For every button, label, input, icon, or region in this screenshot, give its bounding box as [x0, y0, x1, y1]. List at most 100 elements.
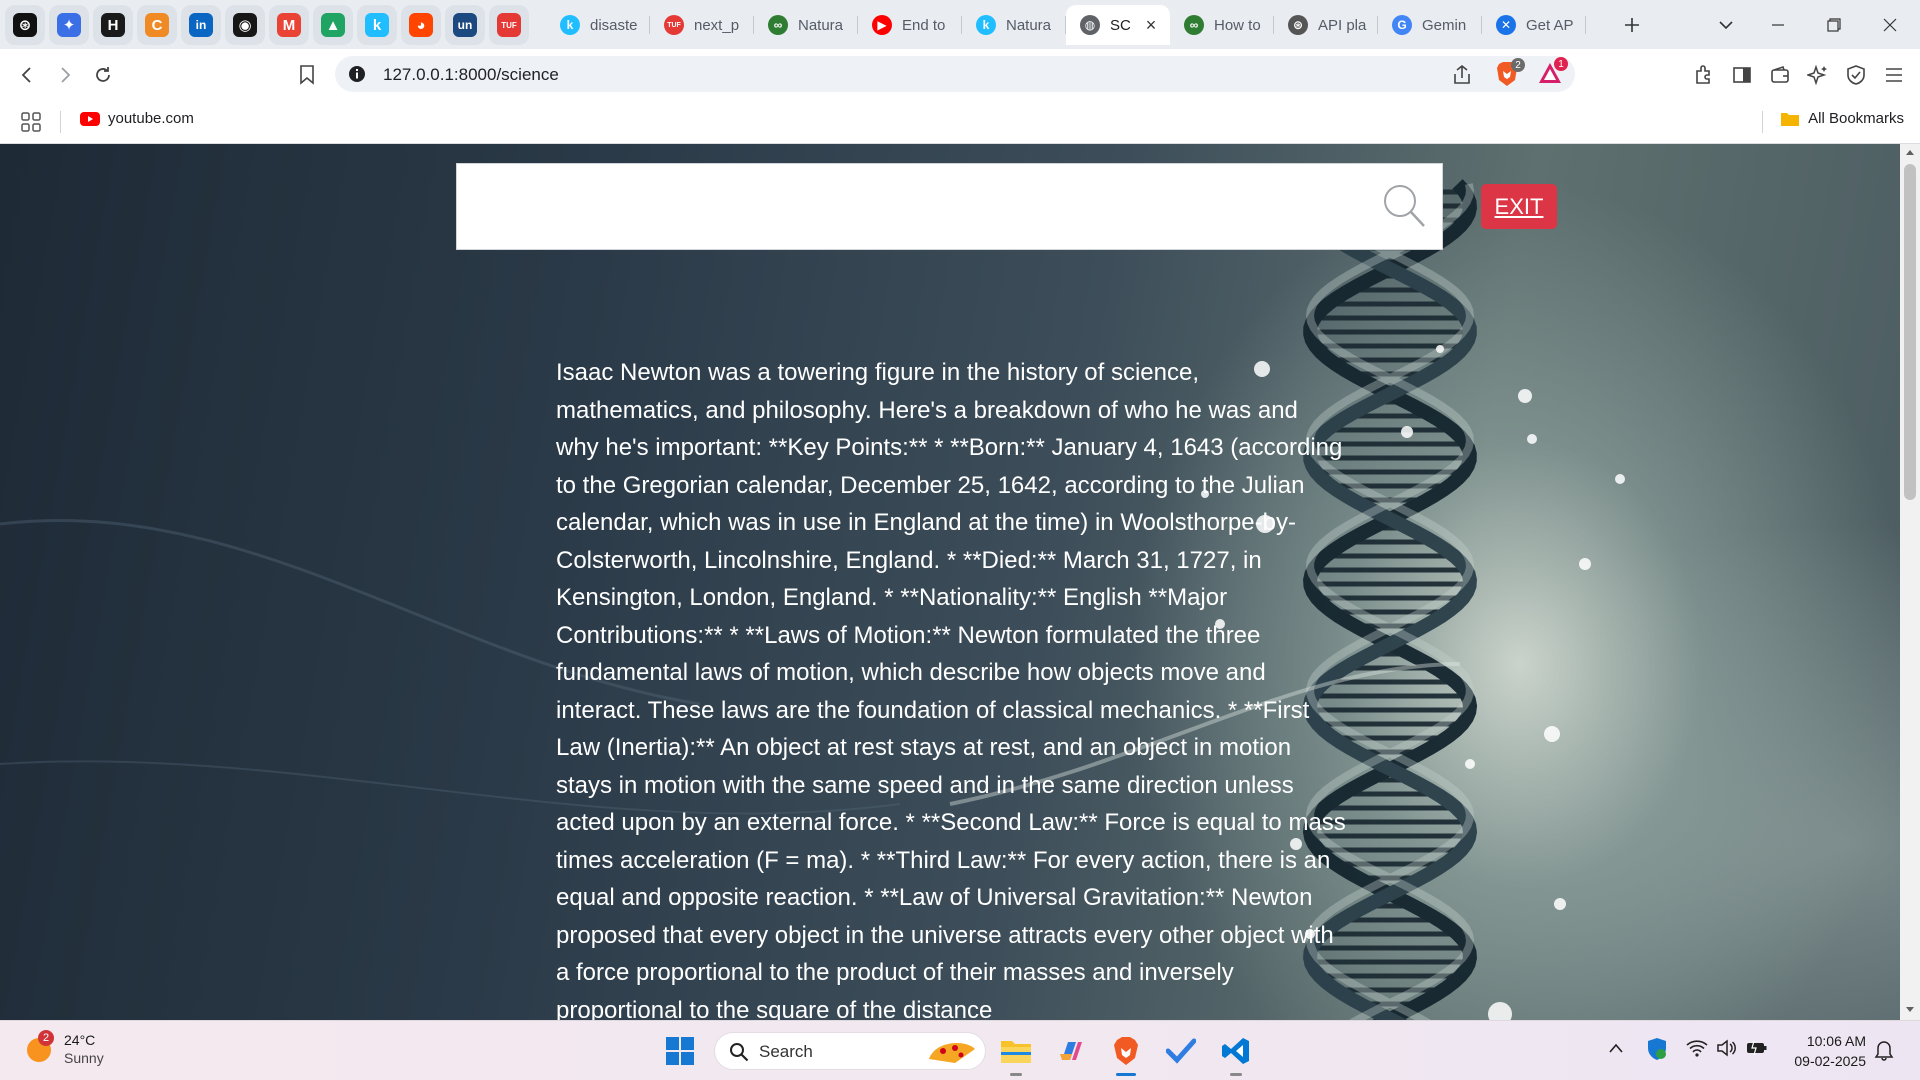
bookmark-page-button[interactable] — [292, 60, 322, 90]
pinned-tab[interactable]: ✦ — [49, 5, 89, 45]
all-bookmarks-divider — [1762, 111, 1763, 133]
vscode-button[interactable] — [1218, 1033, 1254, 1069]
exit-button[interactable]: EXIT — [1481, 184, 1557, 229]
pinned-tab[interactable]: un — [445, 5, 485, 45]
page-scrollbar[interactable] — [1900, 144, 1920, 1020]
weather-widget[interactable]: 2 24°C Sunny — [24, 1030, 104, 1067]
hackerrank-icon: H — [101, 13, 125, 37]
copilot-button[interactable] — [1053, 1033, 1089, 1069]
glow-particle — [1518, 389, 1532, 403]
notifications-button[interactable] — [1874, 1039, 1894, 1066]
url-text[interactable]: 127.0.0.1:8000/science — [383, 65, 559, 85]
pinned-tab[interactable]: ◕ — [401, 5, 441, 45]
tab[interactable]: TUF next_p — [650, 5, 754, 45]
tab[interactable]: ⊛ API pla — [1274, 5, 1378, 45]
wifi-icon — [1686, 1040, 1708, 1057]
vpn-button[interactable] — [1843, 62, 1869, 88]
minimize-button[interactable] — [1750, 0, 1806, 49]
arrow-right-icon — [61, 67, 71, 83]
defender-tray-button[interactable] — [1646, 1037, 1668, 1066]
reload-icon — [96, 67, 110, 82]
forward-button[interactable] — [50, 60, 80, 90]
weather-badge: 2 — [38, 1030, 54, 1046]
tab-title: disaste — [590, 16, 638, 34]
tab[interactable]: k disaste — [546, 5, 650, 45]
pinned-tab[interactable]: M — [269, 5, 309, 45]
folder-icon — [1001, 1041, 1031, 1063]
leo-ai-button[interactable] — [1805, 62, 1831, 88]
system-clock[interactable]: 10:06 AM 09-02-2025 — [1794, 1031, 1866, 1071]
tab-title: Natura — [798, 16, 844, 34]
reload-button[interactable] — [88, 60, 118, 90]
running-indicator — [1230, 1073, 1242, 1076]
brave-shields-button[interactable]: 2 — [1495, 58, 1525, 87]
wifi-tray-button[interactable] — [1686, 1039, 1708, 1062]
tab[interactable]: ✕ Get AP — [1482, 5, 1586, 45]
glow-particle — [1554, 898, 1566, 910]
scroll-up-icon[interactable] — [1905, 148, 1915, 156]
brave-browser-button[interactable] — [1108, 1033, 1144, 1069]
site-info-icon[interactable] — [347, 64, 367, 84]
glow-particle — [1615, 474, 1625, 484]
volume-tray-button[interactable] — [1716, 1039, 1736, 1062]
tab[interactable]: ▶ End to — [858, 5, 962, 45]
close-icon — [1883, 18, 1897, 31]
linkedin-icon: in — [189, 13, 213, 37]
tab-search-button[interactable] — [1698, 0, 1754, 49]
youtube-icon: ▶ — [872, 15, 892, 35]
battery-tray-button[interactable] — [1746, 1040, 1768, 1061]
menu-button[interactable] — [1881, 62, 1907, 88]
pinned-tab[interactable]: ◉ — [225, 5, 265, 45]
tab[interactable]: ∞ Natura — [754, 5, 858, 45]
bookmark-youtube-label: youtube.com — [108, 110, 194, 127]
share-icon[interactable] — [1451, 64, 1473, 86]
brave-rewards-button[interactable]: 1 — [1537, 57, 1568, 87]
tab-title: Get AP — [1526, 16, 1574, 34]
close-tab-icon[interactable]: × — [1142, 15, 1160, 36]
pinned-tab[interactable]: H — [93, 5, 133, 45]
pinned-tab[interactable]: in — [181, 5, 221, 45]
gmail-icon: M — [277, 13, 301, 37]
pinned-tab[interactable]: C — [137, 5, 177, 45]
pinned-tab[interactable]: TUF — [489, 5, 529, 45]
search-input[interactable] — [457, 164, 1357, 249]
wallet-button[interactable] — [1767, 62, 1793, 88]
address-bar[interactable]: 127.0.0.1:8000/science 2 1 — [335, 56, 1575, 92]
puzzle-icon — [1696, 65, 1710, 84]
kaggle-icon: k — [976, 15, 996, 35]
bookmark-youtube[interactable]: youtube.com — [80, 110, 194, 127]
todo-button[interactable] — [1163, 1033, 1199, 1069]
rewards-count-badge: 1 — [1554, 57, 1568, 71]
close-window-button[interactable] — [1862, 0, 1918, 49]
pinned-tab[interactable]: ▲ — [313, 5, 353, 45]
tab-title: SC — [1110, 16, 1131, 34]
battery-icon — [1747, 1040, 1767, 1056]
scrollbar-thumb[interactable] — [1904, 164, 1916, 500]
start-button[interactable] — [662, 1033, 698, 1069]
tab-title: API pla — [1318, 16, 1367, 34]
taskbar-search-icon — [730, 1043, 749, 1062]
tab[interactable]: k Natura — [962, 5, 1066, 45]
reddit-icon: ◕ — [409, 13, 433, 37]
restore-button[interactable] — [1806, 0, 1862, 49]
new-tab-button[interactable] — [1604, 0, 1660, 49]
vpn-shield-icon — [1847, 65, 1865, 85]
youtube-icon — [80, 111, 100, 126]
tab[interactable]: ∞ How to — [1170, 5, 1274, 45]
tab[interactable]: G Gemin — [1378, 5, 1482, 45]
tab-active[interactable]: ◍ SC × — [1066, 5, 1170, 45]
pinned-tab[interactable]: ⊛ — [5, 5, 45, 45]
back-button[interactable] — [12, 60, 42, 90]
show-hidden-icons-button[interactable] — [1608, 1041, 1624, 1059]
search-icon[interactable] — [1382, 183, 1426, 229]
pinned-tab[interactable]: k — [357, 5, 397, 45]
apps-button[interactable] — [20, 111, 42, 138]
file-explorer-button[interactable] — [998, 1033, 1034, 1069]
all-bookmarks-button[interactable]: All Bookmarks — [1780, 110, 1904, 127]
google-drive-icon: ▲ — [321, 13, 345, 37]
extensions-button[interactable] — [1691, 62, 1717, 88]
tab-separator — [1585, 16, 1586, 34]
taskbar-search[interactable]: Search — [714, 1032, 986, 1070]
sidebar-button[interactable] — [1729, 62, 1755, 88]
scroll-down-icon[interactable] — [1905, 1006, 1915, 1014]
